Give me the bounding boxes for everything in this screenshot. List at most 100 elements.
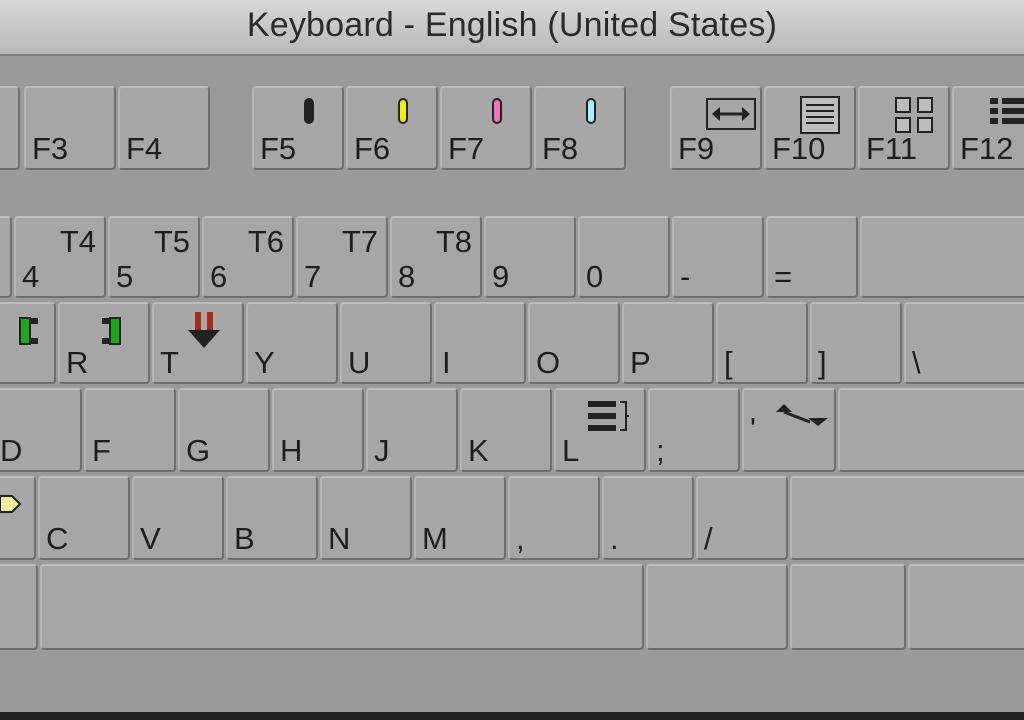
key-u[interactable]: U [340,302,432,384]
key-slash[interactable]: / [696,476,788,560]
key-g[interactable]: G [178,388,270,472]
key-f12[interactable]: F12 [952,86,1024,170]
key-8-label: 8 [398,259,416,294]
key-equals-label: = [774,259,793,294]
key-o-label: O [536,345,561,380]
key-f5[interactable]: F5 [252,86,344,170]
key-p[interactable]: P [622,302,714,384]
key-6[interactable]: T6 6 [202,216,294,298]
key-f6[interactable]: F6 [346,86,438,170]
key-c[interactable]: C [38,476,130,560]
key-r-label: R [66,345,89,380]
key-backspace[interactable] [860,216,1024,298]
key-r[interactable]: R [58,302,150,384]
key-v-label: V [140,521,161,556]
key-5-label: 5 [116,259,134,294]
key-equals[interactable]: = [766,216,858,298]
key-b[interactable]: B [226,476,318,560]
mark-in-icon [19,317,38,345]
key-y-label: Y [254,345,275,380]
key-b-label: B [234,521,255,556]
key-f9[interactable]: F9 [670,86,762,170]
key-right-modifier-1[interactable] [646,564,788,650]
key-k[interactable]: K [460,388,552,472]
key-f12-label: F12 [960,131,1014,166]
key-y[interactable]: Y [246,302,338,384]
key-h[interactable]: H [272,388,364,472]
key-n[interactable]: N [320,476,412,560]
mark-out-icon [102,317,121,345]
pointer-hand-icon [0,495,22,513]
key-x[interactable] [0,476,36,560]
key-space[interactable] [40,564,644,650]
key-semicolon[interactable]: ; [648,388,740,472]
cyan-marker-icon [586,98,596,124]
key-f11[interactable]: F11 [858,86,950,170]
key-8[interactable]: T8 8 [390,216,482,298]
key-d[interactable]: D [0,388,82,472]
key-f4-label: F4 [126,131,163,166]
key-4[interactable]: T4 4 [14,216,106,298]
fit-width-icon [706,98,756,130]
key-7-label: 7 [304,259,322,294]
key-f2-partial[interactable] [0,86,20,170]
key-enter[interactable] [838,388,1024,472]
key-v[interactable]: V [132,476,224,560]
transition-icon [776,404,828,426]
key-n-label: N [328,521,351,556]
key-right-modifier-2[interactable] [790,564,906,650]
key-9-label: 9 [492,259,510,294]
key-right-bracket[interactable]: ] [810,302,902,384]
key-j[interactable]: J [366,388,458,472]
key-f4[interactable]: F4 [118,86,210,170]
key-9[interactable]: 9 [484,216,576,298]
key-o[interactable]: O [528,302,620,384]
key-g-label: G [186,433,211,468]
key-c-label: C [46,521,69,556]
key-f3-label: F3 [32,131,69,166]
title-bar[interactable]: Keyboard - English (United States) [0,0,1024,56]
key-m[interactable]: M [414,476,506,560]
window-title: Keyboard - English (United States) [246,6,778,44]
key-f3[interactable]: F3 [24,86,116,170]
key-f-label: F [92,433,111,468]
key-3-partial[interactable] [0,216,12,298]
keyboard-window: Keyboard - English (United States) F3 F4… [0,0,1024,712]
key-f10-label: F10 [772,131,826,166]
key-0-label: 0 [586,259,604,294]
key-right-modifier-3[interactable] [908,564,1024,650]
key-right-shift[interactable] [790,476,1024,560]
pink-marker-icon [492,98,502,124]
key-j-label: J [374,433,390,468]
key-7[interactable]: T7 7 [296,216,388,298]
key-l[interactable]: L [554,388,646,472]
key-minus-label: - [680,259,691,294]
key-left-bracket[interactable]: [ [716,302,808,384]
key-k-label: K [468,433,489,468]
key-e[interactable] [0,302,56,384]
key-f[interactable]: F [84,388,176,472]
key-f11-label: F11 [866,131,918,166]
list-view-icon [800,96,840,134]
key-h-label: H [280,433,303,468]
key-quote[interactable]: ' [742,388,836,472]
keyboard-layout: F3 F4 F5 F6 F7 F8 F9 F10 F11 F12 T4 4 T5… [0,56,1024,712]
lift-icon [188,312,220,348]
key-comma[interactable]: , [508,476,600,560]
key-t[interactable]: T [152,302,244,384]
key-i-label: I [442,345,451,380]
key-backslash[interactable]: \ [904,302,1024,384]
key-f7[interactable]: F7 [440,86,532,170]
window-bottom-edge [0,712,1024,720]
key-left-modifier[interactable] [0,564,38,650]
key-6-label: 6 [210,259,228,294]
key-6-track-label: T6 [247,224,284,259]
key-i[interactable]: I [434,302,526,384]
key-0[interactable]: 0 [578,216,670,298]
key-m-label: M [422,521,448,556]
key-f8[interactable]: F8 [534,86,626,170]
key-5[interactable]: T5 5 [108,216,200,298]
key-period[interactable]: . [602,476,694,560]
key-minus[interactable]: - [672,216,764,298]
key-f10[interactable]: F10 [764,86,856,170]
